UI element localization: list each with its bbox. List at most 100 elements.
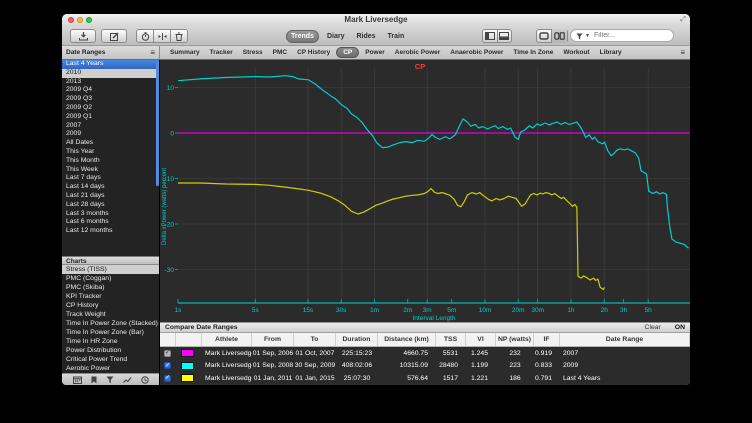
tabbed-view-button[interactable]: [537, 29, 551, 43]
column-header-1[interactable]: [176, 333, 202, 346]
date-range-2010[interactable]: 2010: [62, 69, 159, 78]
date-range-all-dates[interactable]: All Dates: [62, 139, 159, 148]
column-header-athlete[interactable]: Athlete: [202, 333, 252, 346]
cell-vi: 1.199: [466, 360, 496, 373]
date-range-2009-q2[interactable]: 2009 Q2: [62, 104, 159, 113]
date-range-last-28-days[interactable]: Last 28 days: [62, 201, 159, 210]
date-range-last-21-days[interactable]: Last 21 days: [62, 192, 159, 201]
chart-item-kpi-tracker[interactable]: KPI Tracker: [62, 292, 159, 301]
import-button[interactable]: [70, 29, 96, 43]
cell-athlete: Mark Liversedge: [202, 347, 252, 360]
date-range-this-month[interactable]: This Month: [62, 157, 159, 166]
svg-text:10: 10: [167, 85, 175, 92]
compare-on-toggle[interactable]: ON: [675, 324, 685, 331]
cell-np: 223: [496, 360, 534, 373]
tab-diary[interactable]: Diary: [323, 31, 349, 42]
chart-item-time-in-power-zone-bar[interactable]: Time In Power Zone (Bar): [62, 328, 159, 337]
filter-funnel-icon[interactable]: [106, 376, 114, 384]
column-header-duration[interactable]: Duration: [336, 333, 378, 346]
minimize-window-icon[interactable]: [77, 17, 83, 23]
date-range-this-week[interactable]: This Week: [62, 166, 159, 175]
zoom-window-icon[interactable]: [86, 17, 92, 23]
row-checkbox[interactable]: ✓: [164, 350, 171, 357]
chart-item-cp-history[interactable]: CP History: [62, 301, 159, 310]
chart-item-time-in-hr-zone[interactable]: Time In HR Zone: [62, 337, 159, 346]
chart-tab-cp-history[interactable]: CP History: [293, 48, 334, 57]
date-range-2013[interactable]: 2013: [62, 78, 159, 87]
compose-button[interactable]: [101, 29, 127, 43]
filter-dropdown-caret[interactable]: ▼: [585, 33, 590, 39]
column-header-vi[interactable]: VI: [466, 333, 496, 346]
column-header-distance-km[interactable]: Distance (km): [378, 333, 436, 346]
date-range-last-12-months[interactable]: Last 12 months: [62, 227, 159, 236]
chart-menu-icon[interactable]: ≡: [680, 49, 685, 57]
sidebar-menu-icon[interactable]: ≡: [150, 49, 155, 57]
cp-chart[interactable]: 1s5s15s30s1m2m3m5m10m20m30m1h2h3h5h100-1…: [160, 60, 690, 322]
tab-rides[interactable]: Rides: [352, 31, 379, 42]
date-range-last-3-months[interactable]: Last 3 months: [62, 210, 159, 219]
row-checkbox[interactable]: ✓: [164, 362, 171, 369]
chart-item-time-in-power-zone-stacked[interactable]: Time In Power Zone (Stacked): [62, 319, 159, 328]
column-header-0[interactable]: [160, 333, 176, 346]
chart-tab-tracker[interactable]: Tracker: [206, 48, 237, 57]
app-window: Mark Liversedge ⤢ Trends DiaryRides Train: [62, 14, 690, 385]
column-header-from[interactable]: From: [252, 333, 294, 346]
chart-item-aerobic-power[interactable]: Aerobic Power: [62, 364, 159, 373]
chart-tab-library[interactable]: Library: [596, 48, 626, 57]
chart-tab-time-in-zone[interactable]: Time In Zone: [509, 48, 557, 57]
fullscreen-icon[interactable]: ⤢: [680, 16, 686, 24]
split-button[interactable]: [154, 29, 170, 43]
column-header-tss[interactable]: TSS: [436, 333, 466, 346]
lowbar-toggle-button[interactable]: [497, 29, 511, 43]
compare-title: Compare Date Ranges: [165, 324, 645, 331]
chart-tab-stress[interactable]: Stress: [239, 48, 267, 57]
date-range-2009-q4[interactable]: 2009 Q4: [62, 86, 159, 95]
date-range-last-14-days[interactable]: Last 14 days: [62, 183, 159, 192]
chart-tab-anaerobic-power[interactable]: Anaerobic Power: [446, 48, 507, 57]
row-checkbox[interactable]: ✓: [164, 375, 171, 382]
date-range-last-4-years[interactable]: Last 4 Years: [62, 60, 159, 69]
delete-button[interactable]: [171, 29, 187, 43]
clock-icon[interactable]: [141, 376, 149, 384]
svg-text:-30: -30: [165, 267, 175, 274]
clear-button[interactable]: Clear: [645, 324, 661, 331]
trend-icon[interactable]: [123, 376, 132, 384]
tab-trends[interactable]: Trends: [286, 30, 319, 43]
column-header-if[interactable]: IF: [534, 333, 560, 346]
date-range-2009[interactable]: 2009: [62, 130, 159, 139]
chart-item-pmc-coggan[interactable]: PMC (Coggan): [62, 274, 159, 283]
close-window-icon[interactable]: [68, 17, 74, 23]
chart-tab-aerobic-power[interactable]: Aerobic Power: [391, 48, 445, 57]
tab-train[interactable]: Train: [384, 31, 409, 42]
series-color-swatch: [181, 362, 194, 370]
calendar-icon[interactable]: [73, 376, 82, 384]
chart-tab-workout[interactable]: Workout: [559, 48, 593, 57]
filter-field[interactable]: ▼: [570, 29, 674, 42]
date-range-2009-q3[interactable]: 2009 Q3: [62, 95, 159, 104]
intervals-button[interactable]: [137, 29, 153, 43]
column-header-date-range[interactable]: Date Range: [560, 333, 690, 346]
column-header-np-watts[interactable]: NP (watts): [496, 333, 534, 346]
date-range-last-7-days[interactable]: Last 7 days: [62, 174, 159, 183]
date-range-this-year[interactable]: This Year: [62, 148, 159, 157]
column-header-to[interactable]: To: [294, 333, 336, 346]
bookmark-icon[interactable]: [91, 376, 97, 384]
chart-tab-cp[interactable]: CP: [336, 47, 359, 58]
sidebar-scrollbar[interactable]: [156, 62, 159, 186]
cell-athlete: Mark Liversedge: [202, 360, 252, 373]
date-range-2009-q1[interactable]: 2009 Q1: [62, 113, 159, 122]
view-tabs: Trends DiaryRides Train: [286, 29, 408, 43]
chart-item-pmc-skiba[interactable]: PMC (Skiba): [62, 283, 159, 292]
chart-tab-pmc[interactable]: PMC: [269, 48, 291, 57]
chart-item-power-distribution[interactable]: Power Distribution: [62, 346, 159, 355]
tiled-view-button[interactable]: [552, 29, 567, 43]
sidebar-toggle-button[interactable]: [483, 29, 497, 43]
chart-item-track-weight[interactable]: Track Weight: [62, 310, 159, 319]
filter-input[interactable]: [592, 31, 662, 40]
chart-item-critical-power-trend[interactable]: Critical Power Trend: [62, 355, 159, 364]
chart-tab-power[interactable]: Power: [361, 48, 389, 57]
chart-tab-summary[interactable]: Summary: [166, 48, 204, 57]
date-range-last-6-months[interactable]: Last 6 months: [62, 218, 159, 227]
date-range-2007[interactable]: 2007: [62, 122, 159, 131]
chart-item-stress-tiss[interactable]: Stress (TISS): [62, 265, 159, 274]
